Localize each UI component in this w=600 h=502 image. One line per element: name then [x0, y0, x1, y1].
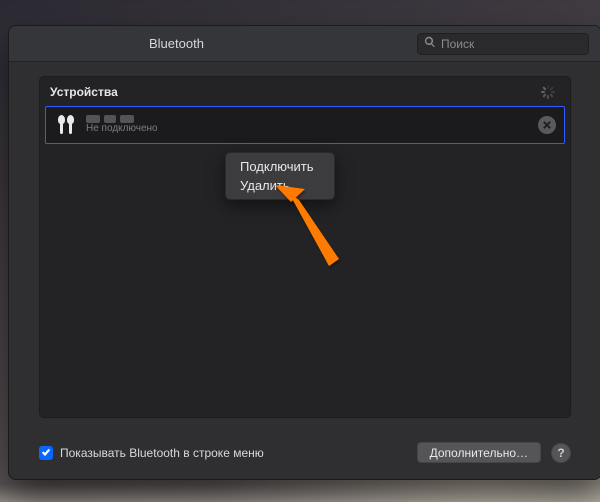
devices-panel-header: Устройства [40, 77, 570, 106]
devices-panel: Устройства Не подключено [39, 76, 571, 418]
show-in-menu-label: Показывать Bluetooth в строке меню [60, 446, 264, 460]
device-context-menu: Подключить Удалить [225, 152, 335, 200]
menu-item-remove[interactable]: Удалить [226, 176, 334, 195]
advanced-button[interactable]: Дополнительно… [417, 442, 541, 463]
help-button[interactable]: ? [551, 443, 571, 463]
menu-item-connect[interactable]: Подключить [226, 157, 334, 176]
device-status: Не подключено [86, 123, 158, 135]
show-in-menu-checkbox[interactable] [39, 446, 53, 460]
checkmark-icon [41, 444, 51, 462]
content-area: Устройства Не подключено [9, 62, 600, 432]
dock-hint [0, 484, 600, 502]
footer: Показывать Bluetooth в строке меню Допол… [39, 442, 571, 463]
device-name [86, 115, 158, 123]
search-field[interactable] [417, 33, 589, 55]
window-title: Bluetooth [149, 36, 204, 51]
devices-panel-title: Устройства [50, 85, 118, 99]
device-text: Не подключено [86, 115, 158, 135]
remove-device-button[interactable] [538, 116, 556, 134]
titlebar: Bluetooth [9, 26, 600, 62]
search-input[interactable] [441, 37, 582, 51]
scanning-spinner-icon [540, 84, 556, 100]
airpods-icon [54, 113, 78, 137]
close-icon [543, 116, 551, 134]
search-icon [424, 36, 441, 51]
device-row[interactable]: Не подключено [45, 106, 565, 144]
bluetooth-preferences-window: Bluetooth Устройства [8, 25, 600, 480]
